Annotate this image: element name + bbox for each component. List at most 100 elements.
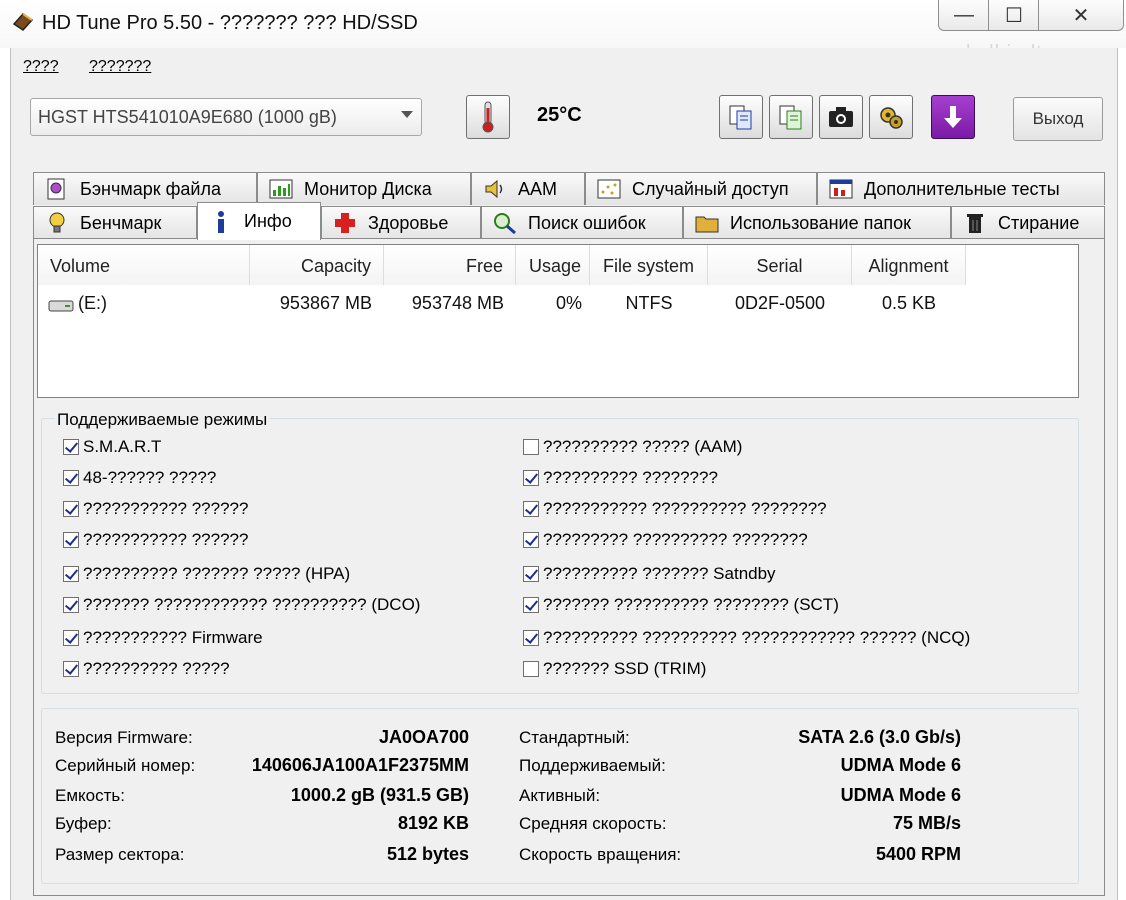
tab-benchmark[interactable]: Бенчмарк bbox=[33, 206, 197, 239]
tab-aam[interactable]: AAM bbox=[471, 172, 585, 205]
mode-label: ??????? ???????????? ?????????? (DCO) bbox=[83, 595, 421, 614]
mode-checkbox[interactable] bbox=[63, 630, 79, 646]
volume-list-header: Volume Capacity Free Usage File system S… bbox=[38, 245, 1078, 285]
mode-label: ?????????? ???????? bbox=[543, 468, 718, 487]
mode-checkbox[interactable] bbox=[63, 597, 79, 613]
info-label: Средняя скорость: bbox=[519, 814, 667, 833]
tab-strip: Бэнчмарк файла Монитор Диска AAM Случайн… bbox=[33, 172, 1113, 240]
download-button[interactable] bbox=[931, 95, 975, 139]
trash-icon bbox=[967, 214, 983, 233]
caption-buttons: — ☐ ✕ bbox=[938, 0, 1126, 32]
download-icon bbox=[944, 106, 962, 128]
close-icon: ✕ bbox=[1072, 4, 1090, 27]
menu-bar: ???? ??????? bbox=[11, 48, 1117, 84]
mode-checkbox[interactable] bbox=[523, 597, 539, 613]
column-file-system[interactable]: File system bbox=[590, 245, 708, 285]
mode-checkbox[interactable] bbox=[63, 439, 79, 455]
close-button[interactable]: ✕ bbox=[1038, 0, 1124, 31]
options-button[interactable] bbox=[869, 95, 913, 139]
minimize-icon: — bbox=[954, 3, 974, 26]
mode-label: 48-?????? ????? bbox=[83, 468, 217, 487]
menu-item-help[interactable]: ??????? bbox=[89, 58, 151, 76]
cell-usage: 0% bbox=[555, 293, 582, 313]
drive-icon bbox=[48, 300, 74, 312]
maximize-icon: ☐ bbox=[1005, 4, 1023, 27]
tab-random-access[interactable]: Случайный доступ bbox=[585, 172, 817, 205]
mode-checkbox[interactable] bbox=[523, 566, 539, 582]
menu-item-file[interactable]: ???? bbox=[23, 58, 59, 76]
mode-label: ??????????? ?????????? ???????? bbox=[543, 499, 827, 518]
column-free[interactable]: Free bbox=[384, 245, 516, 285]
info-label: Скорость вращения: bbox=[519, 845, 682, 864]
info-value: SATA 2.6 (3.0 Gb/s) bbox=[798, 727, 961, 747]
info-value: JA0OA700 bbox=[378, 727, 469, 747]
mode-checkbox[interactable] bbox=[63, 661, 79, 677]
tab-health[interactable]: Здоровье bbox=[321, 206, 481, 239]
column-volume[interactable]: Volume bbox=[38, 245, 250, 285]
mode-checkbox[interactable] bbox=[523, 439, 539, 455]
temperature-button[interactable] bbox=[466, 95, 510, 139]
screenshot-button[interactable] bbox=[819, 95, 863, 139]
mode-checkbox[interactable] bbox=[63, 470, 79, 486]
copy-text-icon bbox=[729, 105, 752, 130]
tab-folder-usage[interactable]: Использование папок bbox=[683, 206, 951, 239]
chevron-down-icon bbox=[401, 111, 413, 118]
copy-text-button[interactable] bbox=[719, 95, 763, 139]
tab-label: Дополнительные тесты bbox=[864, 178, 1060, 199]
mode-label: ?????????? ?????????? ???????????? ?????… bbox=[543, 628, 971, 647]
drive-select-value: HGST HTS541010A9E680 (1000 gB) bbox=[38, 107, 337, 127]
mode-checkbox[interactable] bbox=[523, 661, 539, 677]
window-title: HD Tune Pro 5.50 - ??????? ??? HD/SSD bbox=[42, 12, 418, 34]
info-value: 8192 KB bbox=[397, 813, 469, 833]
supported-modes-group bbox=[41, 418, 1079, 694]
mode-checkbox[interactable] bbox=[523, 470, 539, 486]
info-label: Стандартный: bbox=[519, 728, 630, 747]
mode-label: ?????????? ????? (AAM) bbox=[543, 437, 743, 456]
tab-extra-tests[interactable]: Дополнительные тесты bbox=[817, 172, 1105, 205]
options-icon bbox=[880, 107, 903, 129]
mode-checkbox[interactable] bbox=[523, 532, 539, 548]
health-cross-icon bbox=[335, 213, 355, 233]
column-serial[interactable]: Serial bbox=[708, 245, 852, 285]
tab-label: Монитор Диска bbox=[304, 178, 432, 199]
tab-info[interactable]: Инфо bbox=[197, 202, 321, 240]
info-label: Серийный номер: bbox=[55, 756, 196, 775]
mode-label: ????????? ?????????? ???????? bbox=[543, 530, 808, 549]
mode-checkbox[interactable] bbox=[523, 501, 539, 517]
info-value: 75 MB/s bbox=[892, 813, 961, 833]
copy-info-button[interactable] bbox=[769, 95, 813, 139]
info-value: UDMA Mode 6 bbox=[840, 785, 961, 805]
mode-label: ??????????? ?????? bbox=[83, 499, 249, 518]
tab-label: Бэнчмарк файла bbox=[80, 178, 221, 199]
column-capacity[interactable]: Capacity bbox=[250, 245, 384, 285]
lightbulb-icon bbox=[49, 212, 65, 233]
drive-select[interactable]: HGST HTS541010A9E680 (1000 gB) bbox=[30, 98, 422, 136]
volume-list[interactable]: Volume Capacity Free Usage File system S… bbox=[37, 244, 1079, 398]
tab-error-scan[interactable]: Поиск ошибок bbox=[481, 206, 683, 239]
tab-erase[interactable]: Стирание bbox=[951, 206, 1105, 239]
exit-button[interactable]: Выход bbox=[1013, 97, 1103, 141]
tab-disk-monitor[interactable]: Монитор Диска bbox=[257, 172, 471, 205]
minimize-button[interactable]: — bbox=[938, 0, 990, 31]
mode-label: ??????? SSD (TRIM) bbox=[543, 659, 707, 678]
app-icon bbox=[12, 13, 34, 31]
info-label: Поддерживаемый: bbox=[519, 756, 666, 775]
client-area: ???? ??????? HGST HTS541010A9E680 (1000 … bbox=[10, 48, 1118, 900]
maximize-button[interactable]: ☐ bbox=[988, 0, 1040, 31]
cell-free: 953748 MB bbox=[411, 293, 504, 313]
mode-checkbox[interactable] bbox=[63, 566, 79, 582]
tab-file-benchmark[interactable]: Бэнчмарк файла bbox=[33, 172, 257, 205]
toolbar: HGST HTS541010A9E680 (1000 gB) 25°C Выхо… bbox=[11, 84, 1117, 174]
info-label: Активный: bbox=[519, 786, 601, 805]
mode-checkbox[interactable] bbox=[63, 501, 79, 517]
tab-label: Бенчмарк bbox=[80, 212, 162, 233]
mode-label: ??????????? ?????? bbox=[83, 530, 249, 549]
column-usage[interactable]: Usage bbox=[516, 245, 590, 285]
tab-label: Здоровье bbox=[368, 212, 449, 233]
mode-label: S.M.A.R.T bbox=[83, 437, 162, 456]
magnifier-icon bbox=[494, 213, 516, 235]
mode-checkbox[interactable] bbox=[63, 532, 79, 548]
mode-label: ?????????? ????? bbox=[83, 659, 230, 678]
mode-checkbox[interactable] bbox=[523, 630, 539, 646]
column-alignment[interactable]: Alignment bbox=[852, 245, 966, 285]
